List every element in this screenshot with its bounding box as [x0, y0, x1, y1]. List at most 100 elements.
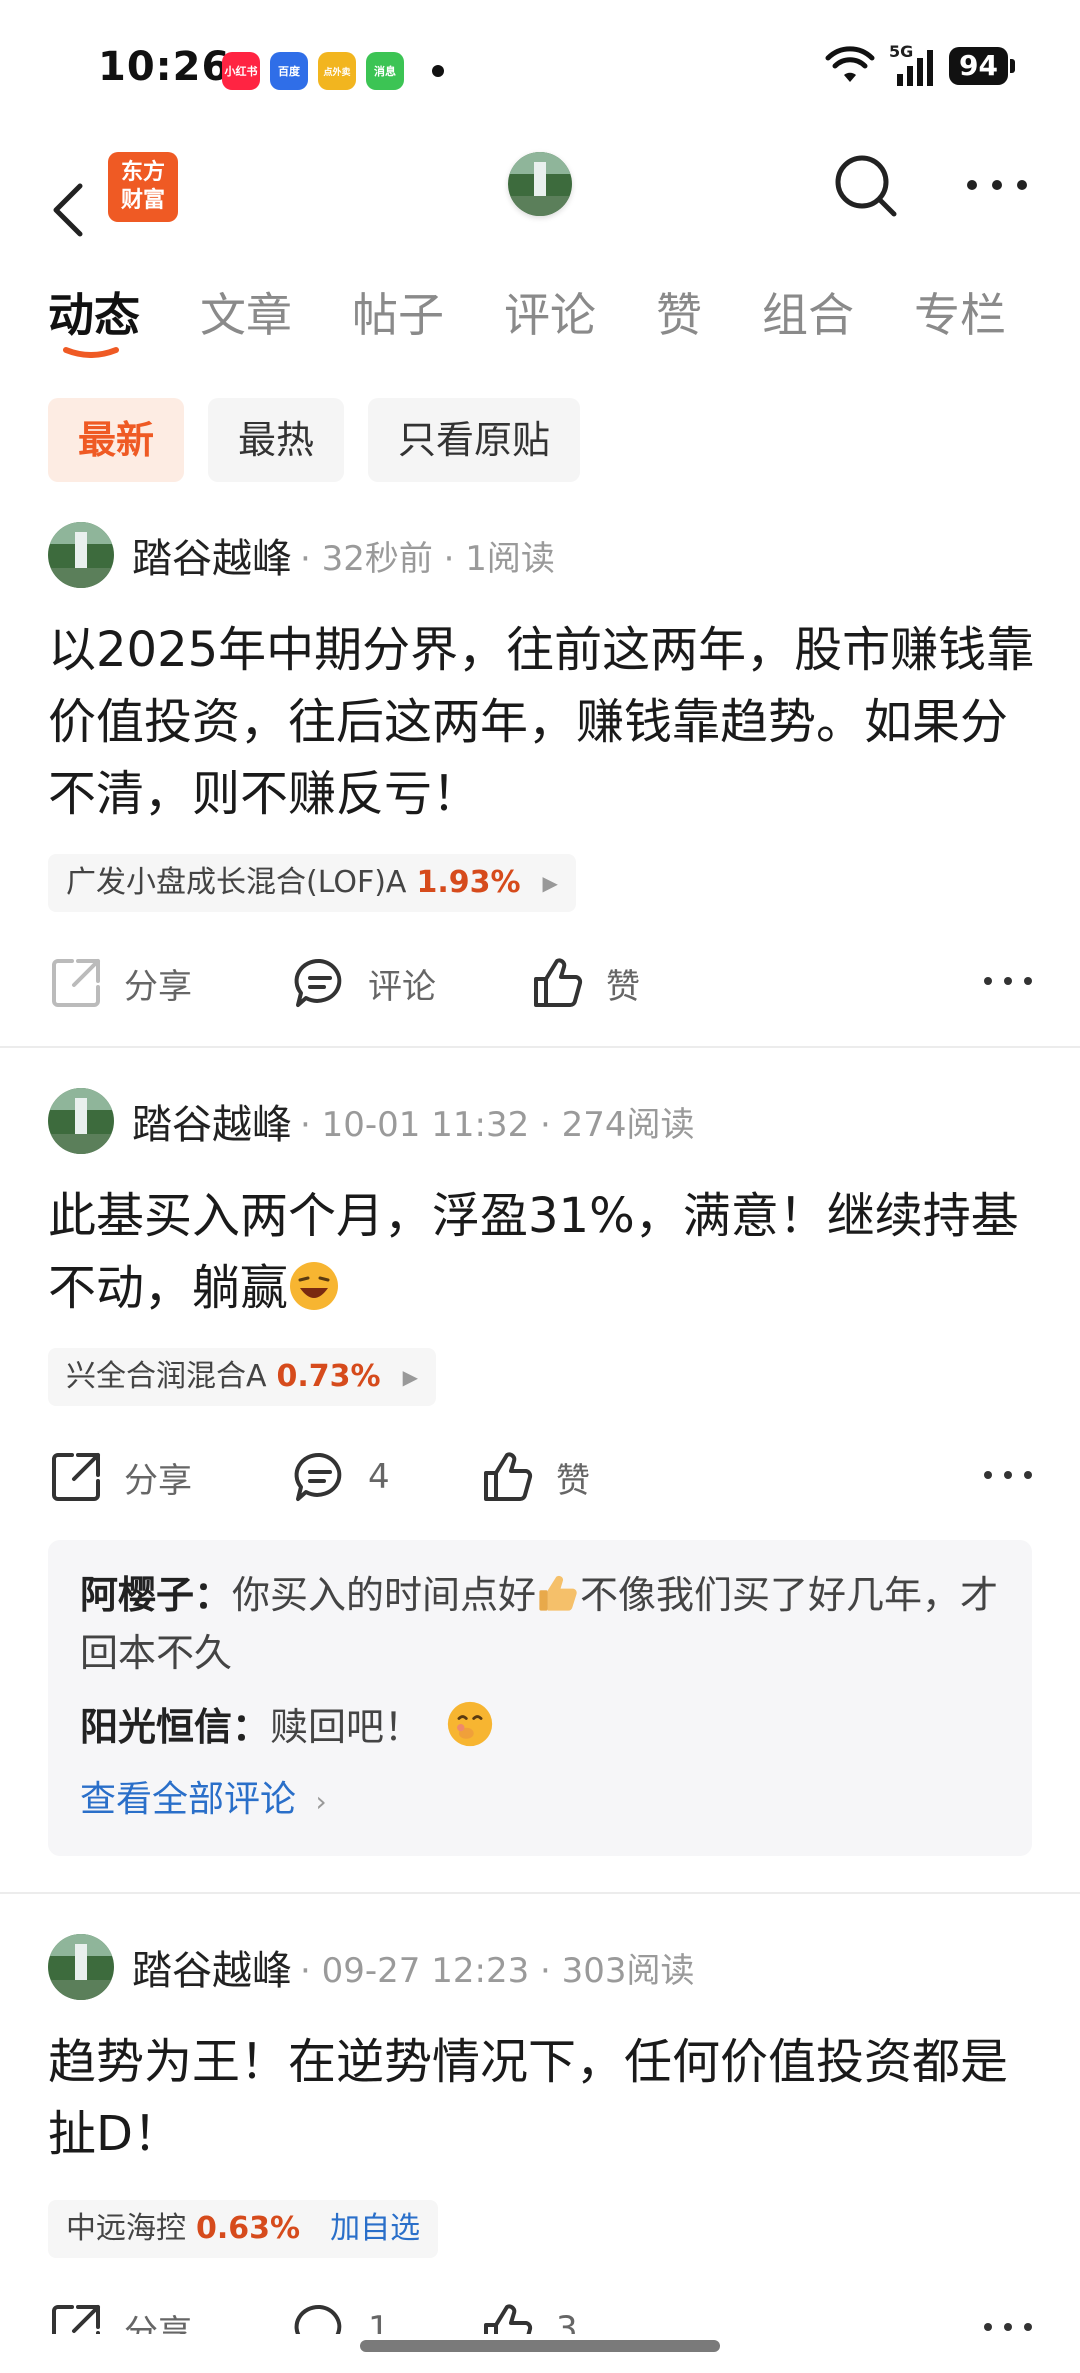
tab-likes[interactable]: 赞	[656, 280, 702, 350]
view-all-comments-link[interactable]: 查看全部评论 ›	[80, 1772, 1000, 1830]
post-more-icon[interactable]	[978, 966, 1038, 996]
food-delivery-app-icon: 点外卖	[318, 52, 356, 90]
post-meta: · 09-27 12:23 · 303阅读	[300, 1950, 695, 1991]
share-label: 分享	[124, 1460, 192, 1501]
comment-count: 4	[368, 1457, 390, 1497]
xiaohongshu-app-label: 小红书	[224, 65, 258, 78]
like-button[interactable]: 3	[480, 2294, 578, 2334]
stock-tag[interactable]: 中远海控 0.63% 加自选	[48, 2200, 439, 2258]
stock-tag[interactable]: 广发小盘成长混合(LOF)A 1.93% ▶	[48, 854, 576, 912]
like-button[interactable]: 赞	[530, 948, 640, 1018]
cellular-signal-icon: 5G	[889, 42, 935, 86]
tab-dynamic[interactable]: 动态	[48, 280, 140, 358]
comment-button[interactable]: 4	[292, 1442, 390, 1512]
comment-button[interactable]: 1	[292, 2294, 390, 2334]
author-name[interactable]: 踏谷越峰	[132, 1938, 292, 1996]
commenter-name[interactable]: 阿樱子：	[80, 1573, 232, 1617]
more-options-icon[interactable]	[962, 160, 1032, 210]
tab-comments[interactable]: 评论	[504, 280, 596, 350]
thumbs-up-emoji-icon	[539, 1575, 577, 1611]
thumbs-up-icon	[484, 2304, 533, 2334]
author-name[interactable]: 踏谷越峰	[132, 1092, 292, 1150]
comment-icon	[294, 2304, 342, 2334]
profile-avatar[interactable]	[508, 152, 572, 216]
filter-latest[interactable]: 最新	[48, 398, 185, 482]
post-text-content: 此基买入两个月，浮盈31%，满意！继续持基不动，躺赢	[48, 1188, 1019, 1316]
thumbs-up-icon	[484, 1452, 533, 1501]
like-button[interactable]: 赞	[480, 1442, 590, 1512]
messages-app-label: 消息	[374, 65, 396, 78]
share-button[interactable]: 分享	[48, 948, 192, 1018]
wifi-icon	[825, 46, 875, 82]
battery-indicator: 94	[949, 47, 1015, 85]
baidu-app-icon: 百度	[270, 52, 308, 90]
author-avatar[interactable]	[48, 1088, 114, 1154]
tab-portfolio[interactable]: 组合	[762, 280, 854, 350]
post-text[interactable]: 趋势为王！在逆势情况下，任何价值投资都是扯D！	[48, 2026, 1038, 2170]
like-label: 赞	[606, 966, 640, 1007]
chevron-right-icon: ›	[315, 1785, 327, 1818]
author-name[interactable]: 踏谷越峰	[132, 526, 292, 584]
xiaohongshu-app-icon: 小红书	[222, 52, 260, 90]
share-icon	[52, 1453, 100, 1501]
tab-column[interactable]: 专栏	[914, 280, 1006, 350]
profile-tabs: 动态 文章 帖子 评论 赞 组合 专栏	[48, 280, 1066, 360]
play-arrow-icon: ▶	[402, 1365, 418, 1389]
post-actions: 分享 4 赞	[48, 1442, 1038, 1512]
baidu-app-label: 百度	[278, 65, 300, 78]
comment-count: 1	[368, 2309, 390, 2334]
like-count: 3	[556, 2309, 578, 2334]
logo-text-bottom: 财富	[120, 188, 165, 213]
home-indicator[interactable]	[360, 2340, 720, 2352]
post-header: 踏谷越峰 · 32秒前 · 1阅读	[48, 520, 555, 590]
eastmoney-logo[interactable]: 东方 财富	[108, 152, 178, 222]
share-icon	[52, 959, 100, 1007]
comment-button[interactable]: 评论	[292, 948, 436, 1018]
share-button[interactable]: 分享	[48, 1442, 192, 1512]
post-more-icon[interactable]	[978, 2312, 1038, 2334]
author-avatar[interactable]	[48, 1934, 114, 2000]
tab-posts[interactable]: 帖子	[352, 280, 444, 350]
filter-chips: 最新 最热 只看原贴	[48, 398, 581, 482]
logo-text-top: 东方	[120, 160, 165, 185]
share-label: 分享	[124, 2312, 192, 2335]
stock-tag[interactable]: 兴全合润混合A 0.73% ▶	[48, 1348, 436, 1406]
post-actions: 分享 1 3	[48, 2294, 1038, 2334]
add-to-watchlist-button[interactable]: 加自选	[330, 2200, 420, 2258]
commenter-name[interactable]: 阳光恒信：	[80, 1705, 270, 1749]
tab-dynamic-label: 动态	[48, 288, 140, 342]
comment-icon	[294, 1452, 342, 1501]
play-arrow-icon: ▶	[542, 871, 558, 895]
comment-text: 你买入的时间点好	[232, 1573, 537, 1617]
stock-name: 广发小盘成长混合(LOF)A	[66, 865, 407, 900]
share-icon	[52, 2305, 100, 2334]
filter-original-only[interactable]: 只看原贴	[368, 398, 581, 482]
stock-name: 兴全合润混合A	[66, 1359, 267, 1394]
post-divider	[0, 1046, 1080, 1048]
back-arrow-icon[interactable]	[44, 180, 94, 240]
post-text[interactable]: 以2025年中期分界，往前这两年，股市赚钱靠价值投资，往后这两年，赚钱靠趋势。如…	[48, 614, 1038, 830]
food-delivery-app-label: 点外卖	[323, 67, 351, 78]
share-label: 分享	[124, 966, 192, 1007]
post-text[interactable]: 此基买入两个月，浮盈31%，满意！继续持基不动，躺赢	[48, 1180, 1038, 1324]
share-button[interactable]: 分享	[48, 2294, 192, 2334]
filter-hot[interactable]: 最热	[208, 398, 345, 482]
post-divider	[0, 1892, 1080, 1894]
stock-change: 0.63%	[196, 2211, 301, 2246]
post-actions: 分享 评论 赞	[48, 948, 1038, 1018]
smirk-emoji-icon	[447, 1701, 493, 1747]
stock-change: 0.73%	[276, 1359, 381, 1394]
comment-item[interactable]: 阿樱子：你买入的时间点好 不像我们买了好几年，才回本不久	[80, 1566, 1000, 1682]
comment-item[interactable]: 阳光恒信：赎回吧！	[80, 1698, 1000, 1756]
comment-text: 赎回吧！	[270, 1705, 423, 1749]
stock-name: 中远海控	[66, 2211, 186, 2246]
more-notifications-dot	[432, 65, 444, 77]
author-avatar[interactable]	[48, 522, 114, 588]
comments-preview: 阿樱子：你买入的时间点好 不像我们买了好几年，才回本不久 阳光恒信：赎回吧！ 查看…	[48, 1540, 1032, 1856]
post-more-icon[interactable]	[978, 1460, 1038, 1490]
laughing-emoji-icon	[290, 1262, 339, 1310]
search-icon[interactable]	[828, 148, 904, 224]
thumbs-up-icon	[534, 958, 583, 1007]
tab-articles[interactable]: 文章	[200, 280, 292, 350]
stock-change: 1.93%	[416, 865, 521, 900]
